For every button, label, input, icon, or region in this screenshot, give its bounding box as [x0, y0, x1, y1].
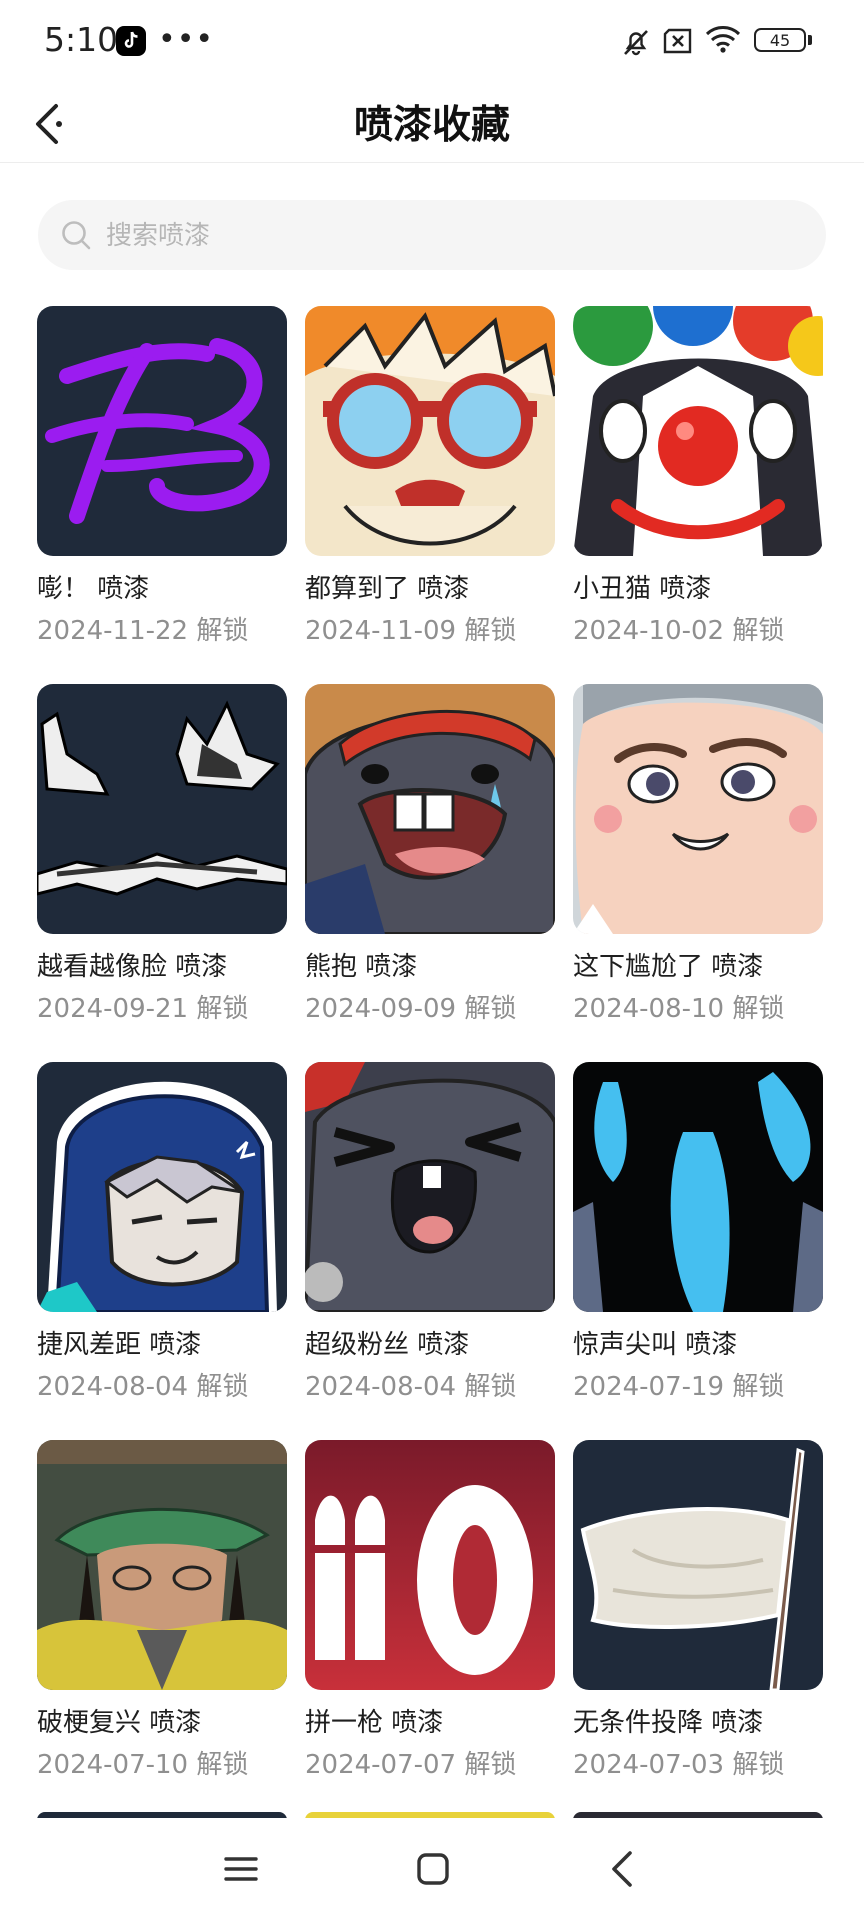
spray-thumbnail [37, 1440, 287, 1690]
spray-thumbnail [305, 684, 555, 934]
sim-x-icon [662, 28, 694, 58]
back-arrow-icon [612, 1851, 632, 1887]
spray-name: 无条件投降 喷漆 [573, 1708, 764, 1738]
spray-unlock-date: 2024-08-10 解锁 [573, 994, 785, 1024]
spray-thumbnail [573, 1062, 823, 1312]
header: 喷漆收藏 [0, 84, 864, 162]
more-icon: ••• [158, 22, 215, 57]
nav-menu-button[interactable] [222, 1850, 260, 1892]
spray-card[interactable]: 嘭！ 喷漆 2024-11-22 解锁 [37, 306, 287, 646]
spray-card[interactable]: 惊声尖叫 喷漆 2024-07-19 解锁 [573, 1062, 823, 1402]
spray-card[interactable]: 超级粉丝 喷漆 2024-08-04 解锁 [305, 1062, 555, 1402]
spray-unlock-date: 2024-08-04 解锁 [37, 1372, 249, 1402]
spray-thumbnail [37, 306, 287, 556]
spray-thumbnail [573, 1440, 823, 1690]
search-bar[interactable] [38, 200, 826, 272]
spray-thumbnail [305, 1440, 555, 1690]
page-title: 喷漆收藏 [353, 103, 510, 148]
spray-unlock-date: 2024-09-21 解锁 [37, 994, 249, 1024]
spray-unlock-date: 2024-10-02 解锁 [573, 616, 785, 646]
spray-name: 越看越像脸 喷漆 [37, 952, 228, 982]
tiktok-icon [116, 26, 146, 56]
header-divider [0, 162, 864, 163]
search-icon [60, 219, 92, 255]
spray-thumbnail [305, 1062, 555, 1312]
spray-card[interactable]: 破梗复兴 喷漆 2024-07-10 解锁 [37, 1440, 287, 1780]
search-input[interactable] [104, 200, 788, 272]
spray-name: 捷风差距 喷漆 [37, 1330, 202, 1360]
spray-card[interactable]: 都算到了 喷漆 2024-11-09 解锁 [305, 306, 555, 646]
spray-name: 这下尴尬了 喷漆 [573, 952, 764, 982]
spray-thumbnail [573, 306, 823, 556]
spray-name: 熊抱 喷漆 [305, 952, 418, 982]
nav-back-button[interactable] [604, 1848, 644, 1894]
menu-icon [224, 1857, 258, 1881]
battery-level: 45 [769, 30, 791, 50]
spray-name: 小丑猫 喷漆 [573, 574, 712, 604]
nav-home-button[interactable] [414, 1850, 452, 1892]
spray-unlock-date: 2024-08-04 解锁 [305, 1372, 517, 1402]
spray-name: 拼一枪 喷漆 [305, 1708, 444, 1738]
status-bar: 5:10 ••• 45 [0, 0, 864, 84]
spray-unlock-date: 2024-09-09 解锁 [305, 994, 517, 1024]
spray-card[interactable]: 越看越像脸 喷漆 2024-09-21 解锁 [37, 684, 287, 1024]
spray-unlock-date: 2024-07-19 解锁 [573, 1372, 785, 1402]
spray-unlock-date: 2024-07-10 解锁 [37, 1750, 249, 1780]
spray-thumbnail [573, 684, 823, 934]
spray-card[interactable]: 捷风差距 喷漆 2024-08-04 解锁 [37, 1062, 287, 1402]
spray-unlock-date: 2024-11-09 解锁 [305, 616, 517, 646]
spray-card[interactable]: 无条件投降 喷漆 2024-07-03 解锁 [573, 1440, 823, 1780]
spray-unlock-date: 2024-07-07 解锁 [305, 1750, 517, 1780]
status-time: 5:10 [44, 20, 119, 59]
battery-icon: 45 [754, 28, 806, 52]
home-square-icon [417, 1853, 449, 1885]
spray-unlock-date: 2024-11-22 解锁 [37, 616, 249, 646]
spray-thumbnail [37, 1062, 287, 1312]
spray-name: 惊声尖叫 喷漆 [573, 1330, 738, 1360]
spray-card[interactable]: 小丑猫 喷漆 2024-10-02 解锁 [573, 306, 823, 646]
spray-card[interactable]: 拼一枪 喷漆 2024-07-07 解锁 [305, 1440, 555, 1780]
spray-name: 都算到了 喷漆 [305, 574, 470, 604]
system-nav-bar [0, 1818, 864, 1920]
spray-card[interactable]: 这下尴尬了 喷漆 2024-08-10 解锁 [573, 684, 823, 1024]
spray-card[interactable]: 熊抱 喷漆 2024-09-09 解锁 [305, 684, 555, 1024]
wifi-icon [704, 24, 742, 58]
spray-unlock-date: 2024-07-03 解锁 [573, 1750, 785, 1780]
spray-thumbnail [37, 684, 287, 934]
spray-thumbnail [305, 306, 555, 556]
spray-name: 嘭！ 喷漆 [37, 574, 150, 604]
spray-name: 破梗复兴 喷漆 [37, 1708, 202, 1738]
bell-off-icon [620, 26, 652, 62]
spray-name: 超级粉丝 喷漆 [305, 1330, 470, 1360]
battery-tip [808, 35, 812, 45]
